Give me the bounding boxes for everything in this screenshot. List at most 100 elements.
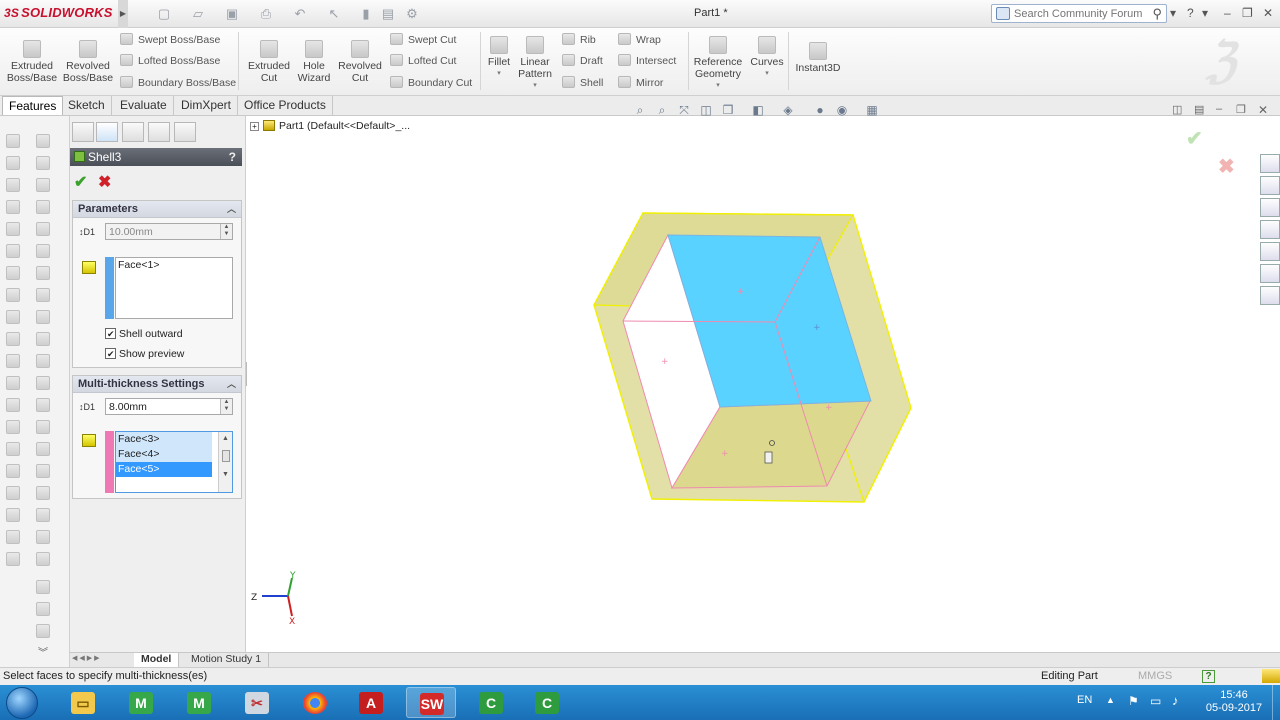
display-manager-tab-icon[interactable] xyxy=(174,122,196,142)
previous-view-icon[interactable]: ⤧ xyxy=(677,103,691,117)
multi-thickness-input[interactable] xyxy=(109,400,209,413)
tool-icon[interactable] xyxy=(36,354,50,368)
faces-to-remove-list[interactable]: Face<1> xyxy=(115,257,233,319)
tab-evaluate[interactable]: Evaluate xyxy=(114,96,174,115)
solidworks-resources-icon[interactable] xyxy=(1260,154,1280,173)
taskbar-camtasia2[interactable]: C xyxy=(522,687,572,718)
taskbar-camtasia1[interactable]: C xyxy=(466,687,516,718)
folder-icon[interactable] xyxy=(1260,220,1280,239)
tool-icon[interactable] xyxy=(36,442,50,456)
instant3d-button[interactable]: Instant3D xyxy=(792,42,844,74)
apply-scene-icon[interactable]: ◉ xyxy=(835,103,849,117)
collapse-icon[interactable]: ︿ xyxy=(227,201,236,218)
dropdown-arrow-icon[interactable]: ▾ xyxy=(748,68,786,80)
tool-icon[interactable] xyxy=(6,310,20,324)
revolved-cut-button[interactable]: Revolved Cut xyxy=(336,40,384,84)
dropdown-arrow-icon[interactable]: ▾ xyxy=(484,68,514,80)
tab-features[interactable]: Features xyxy=(2,96,64,115)
status-help-icon[interactable]: ? xyxy=(1202,670,1215,683)
tool-icon[interactable] xyxy=(6,244,20,258)
save-icon[interactable]: ▣ xyxy=(224,6,240,22)
flyout-feature-tree[interactable]: + Part1 (Default<<Default>_... xyxy=(250,120,410,132)
dropdown-arrow-icon[interactable]: ▾ xyxy=(692,80,744,92)
revolved-boss-button[interactable]: Revolved Boss/Base xyxy=(62,40,114,84)
search-dropdown-icon[interactable]: ▾ xyxy=(1170,6,1176,20)
tool-icon[interactable] xyxy=(36,508,50,522)
tool-icon[interactable] xyxy=(36,288,50,302)
show-preview-checkbox[interactable]: Show preview xyxy=(105,347,184,361)
undo-icon[interactable]: ↶ xyxy=(292,6,308,22)
tool-icon[interactable] xyxy=(36,602,50,616)
spin-arrows-icon[interactable]: ▲ ▼ xyxy=(220,399,232,414)
tool-icon[interactable] xyxy=(6,420,20,434)
solidworks-logo[interactable]: 3S SOLIDWORKS xyxy=(4,5,113,20)
tool-icon[interactable] xyxy=(6,376,20,390)
clock[interactable]: 15:46 05-09-2017 xyxy=(1203,689,1265,715)
confirmation-cancel-icon[interactable]: ✖ xyxy=(1218,154,1235,179)
list-item[interactable]: Face<3> xyxy=(116,432,212,447)
tool-icon[interactable] xyxy=(6,552,20,566)
network-icon[interactable]: ▭ xyxy=(1150,694,1161,708)
tool-icon[interactable] xyxy=(36,580,50,594)
file-explorer-icon[interactable] xyxy=(1260,198,1280,217)
multi-thickness-faces-list[interactable]: Face<3> Face<4> Face<5> ▲ ▼ xyxy=(115,431,233,493)
tool-icon[interactable] xyxy=(36,398,50,412)
configuration-manager-tab-icon[interactable] xyxy=(122,122,144,142)
help-button[interactable]: ? xyxy=(229,148,236,166)
display-style-icon[interactable]: ◧ xyxy=(751,103,765,117)
shell-outward-checkbox[interactable]: Shell outward xyxy=(105,327,183,341)
viewport-minimize-icon[interactable]: – xyxy=(1216,103,1222,115)
start-button-icon[interactable] xyxy=(6,687,38,719)
tool-icon[interactable] xyxy=(36,624,50,638)
swept-boss-button[interactable]: Swept Boss/Base xyxy=(120,33,220,47)
tool-icon[interactable] xyxy=(36,332,50,346)
curves-button[interactable]: Curves ▾ xyxy=(748,36,786,80)
lofted-cut-button[interactable]: Lofted Cut xyxy=(390,54,456,68)
tool-icon[interactable] xyxy=(6,442,20,456)
confirmation-ok-icon[interactable]: ✔ xyxy=(1186,126,1203,151)
tool-icon[interactable] xyxy=(36,552,50,566)
tray-expand-icon[interactable]: ▲ xyxy=(1106,695,1115,705)
tool-icon[interactable] xyxy=(36,530,50,544)
checkbox-checked-icon[interactable] xyxy=(105,327,116,341)
search-input[interactable] xyxy=(1014,7,1144,21)
extruded-cut-button[interactable]: Extruded Cut xyxy=(244,40,294,84)
extruded-boss-button[interactable]: Extruded Boss/Base xyxy=(6,40,58,84)
view-palette-icon[interactable] xyxy=(1260,242,1280,261)
feature-manager-tab-icon[interactable] xyxy=(72,122,94,142)
hole-wizard-button[interactable]: Hole Wizard xyxy=(292,40,336,84)
taskbar-chrome[interactable] xyxy=(290,687,340,718)
tab-model[interactable]: Model xyxy=(134,653,180,667)
tool-icon[interactable] xyxy=(36,244,50,258)
tool-icon[interactable] xyxy=(36,464,50,478)
taskbar-app-m1[interactable]: M xyxy=(116,687,166,718)
mirror-button[interactable]: Mirror xyxy=(618,76,663,90)
thickness-input[interactable] xyxy=(109,225,209,238)
options-icon[interactable]: ⚙ xyxy=(404,6,420,22)
rebuild-icon[interactable]: ▮ xyxy=(358,6,374,22)
tool-icon[interactable] xyxy=(6,332,20,346)
tool-icon[interactable] xyxy=(6,178,20,192)
boundary-cut-button[interactable]: Boundary Cut xyxy=(390,76,472,90)
tool-icon[interactable] xyxy=(36,310,50,324)
parameters-group-header[interactable]: Parameters ︿ xyxy=(73,201,241,218)
list-scrollbar[interactable]: ▲ ▼ xyxy=(218,432,232,492)
dropdown-arrow-icon[interactable]: ▾ xyxy=(514,80,556,92)
tool-icon[interactable] xyxy=(6,222,20,236)
rib-button[interactable]: Rib xyxy=(562,33,596,47)
volume-icon[interactable]: ♪ xyxy=(1172,693,1179,708)
taskbar-snipping[interactable]: ✂ xyxy=(232,687,282,718)
shell-button[interactable]: Shell xyxy=(562,76,603,90)
tab-scroll-arrows-icon[interactable]: ◀◀▶▶ xyxy=(72,654,134,666)
appearances-icon[interactable] xyxy=(1260,264,1280,283)
custom-properties-icon[interactable] xyxy=(1260,286,1280,305)
view-orientation-icon[interactable]: ❒ xyxy=(721,103,735,117)
help-dropdown-icon[interactable]: ▾ xyxy=(1202,6,1208,20)
taskbar-acrobat[interactable]: A xyxy=(346,687,396,718)
tool-icon[interactable] xyxy=(6,354,20,368)
design-library-icon[interactable] xyxy=(1260,176,1280,195)
unit-system[interactable]: MMGS xyxy=(1138,668,1172,685)
tool-icon[interactable] xyxy=(6,530,20,544)
search-icon[interactable]: ⚲ xyxy=(1152,6,1162,22)
multi-thickness-group-header[interactable]: Multi-thickness Settings ︿ xyxy=(73,376,241,393)
